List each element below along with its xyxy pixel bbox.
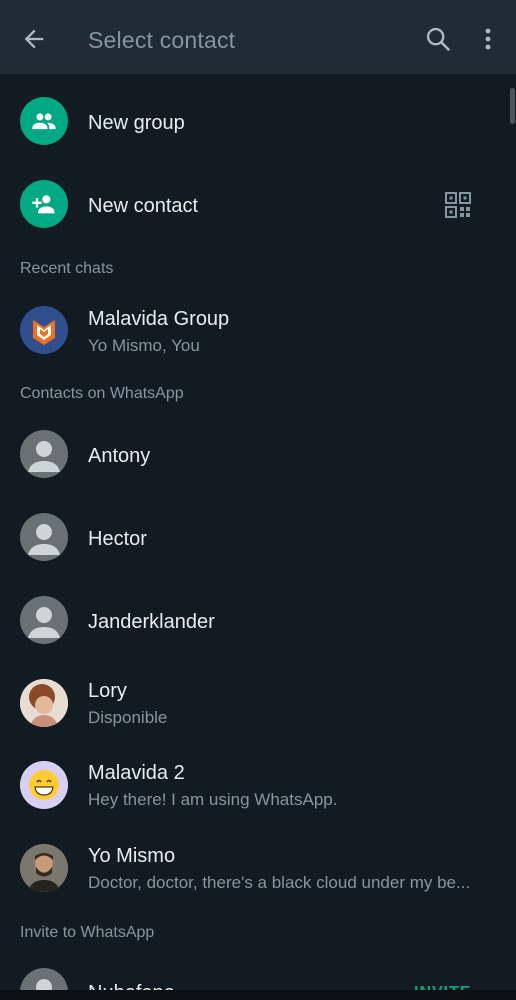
bottom-edge: [0, 990, 516, 1000]
person-icon: [28, 607, 60, 638]
contact-name: Antony: [88, 445, 151, 467]
more-vertical-icon[interactable]: [478, 25, 498, 53]
contact-row[interactable]: Janderklander: [0, 578, 516, 660]
person-icon: [28, 524, 60, 555]
contact-subtitle: Doctor, doctor, there's a black cloud un…: [88, 873, 471, 892]
scrollbar-thumb[interactable]: [510, 88, 515, 124]
avatar: [20, 679, 68, 727]
contact-row[interactable]: Hector: [0, 496, 516, 578]
contact-name: Lory: [88, 680, 127, 702]
section-header-contacts: Contacts on WhatsApp: [20, 385, 184, 402]
group-icon: [32, 113, 56, 130]
contact-name: Yo Mismo: [88, 845, 176, 867]
contact-subtitle: Disponible: [88, 708, 168, 727]
qr-code-icon[interactable]: [444, 191, 472, 219]
person-icon: [28, 441, 60, 472]
person-add-icon: [32, 195, 55, 214]
contact-name: Janderklander: [88, 611, 215, 633]
grinning-emoji-icon: [20, 761, 68, 809]
new-contact-avatar: [20, 180, 68, 228]
new-group-label: New group: [88, 112, 185, 134]
new-group-row[interactable]: New group: [0, 74, 516, 164]
default-avatar-icon: [20, 513, 68, 561]
default-avatar-icon: [20, 430, 68, 478]
new-contact-row[interactable]: New contact: [0, 164, 516, 246]
contact-subtitle: Yo Mismo, You: [88, 336, 200, 355]
section-header-invite: Invite to WhatsApp: [20, 924, 155, 941]
contact-row[interactable]: Lory Disponible: [0, 660, 516, 742]
profile-photo-icon: [20, 679, 68, 727]
profile-photo-icon: [20, 844, 68, 892]
avatar: [20, 844, 68, 892]
default-avatar-icon: [20, 596, 68, 644]
page-title: Select contact: [88, 27, 236, 53]
malavida-logo-icon: [20, 306, 68, 354]
contact-name: Malavida 2: [88, 762, 185, 784]
new-contact-label: New contact: [88, 195, 199, 217]
contact-row[interactable]: Malavida 2 Hey there! I am using WhatsAp…: [0, 742, 516, 824]
avatar: [20, 306, 68, 354]
contact-list[interactable]: New group New contact Recent chats Malav…: [0, 74, 516, 1000]
search-icon[interactable]: [424, 25, 452, 53]
contact-subtitle: Hey there! I am using WhatsApp.: [88, 790, 338, 809]
section-header-recent: Recent chats: [20, 260, 114, 277]
contact-name: Hector: [88, 528, 147, 550]
contact-row[interactable]: Antony: [0, 414, 516, 496]
contact-name: Malavida Group: [88, 308, 230, 330]
arrow-left-icon[interactable]: [20, 25, 48, 53]
avatar: [20, 761, 68, 809]
contact-row[interactable]: Yo Mismo Doctor, doctor, there's a black…: [0, 824, 516, 908]
app-bar: Select contact: [0, 0, 516, 74]
new-group-avatar: [20, 97, 68, 145]
contact-row[interactable]: Malavida Group Yo Mismo, You: [0, 288, 516, 370]
